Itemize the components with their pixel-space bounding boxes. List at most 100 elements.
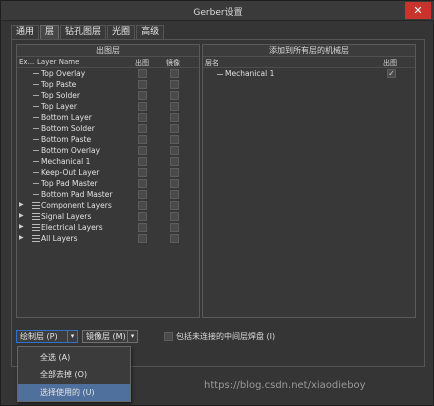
tree-line-icon	[33, 139, 39, 140]
mirror-checkbox[interactable]	[170, 157, 179, 166]
layer-row[interactable]: Bottom Solder	[17, 123, 199, 134]
layer-name: Top Layer	[41, 102, 77, 111]
layer-name: Bottom Overlay	[41, 146, 101, 155]
mirror-layers-dropdown[interactable]: 镜像层 (M) ▾	[82, 330, 138, 343]
chevron-down-icon[interactable]: ▾	[127, 331, 137, 342]
plot-checkbox[interactable]	[138, 135, 147, 144]
plot-checkbox[interactable]	[138, 69, 147, 78]
plot-checkbox[interactable]	[138, 234, 147, 243]
menu-item-select-all[interactable]: 全选 (A)	[18, 349, 130, 366]
plot-checkbox[interactable]	[138, 179, 147, 188]
bottom-controls: 绘制层 (P) ▾ 镜像层 (M) ▾ 包括未连接的中间层焊盘 (I)	[16, 330, 420, 344]
plot-layers-panel: 出图层 Ex... Layer Name 出图 镜像 Top Overlay To…	[16, 44, 200, 318]
plot-checkbox[interactable]	[138, 124, 147, 133]
mirror-checkbox[interactable]	[170, 146, 179, 155]
mirror-checkbox[interactable]	[170, 212, 179, 221]
plot-layers-list: Top Overlay Top Paste Top Solder Top Layer B…	[17, 68, 199, 244]
tree-line-icon	[33, 172, 39, 173]
layer-row[interactable]: ▶ All Layers	[17, 233, 199, 244]
tree-line-icon	[33, 128, 39, 129]
chevron-down-icon[interactable]: ▾	[67, 331, 77, 342]
expand-arrow-icon[interactable]: ▶	[19, 223, 24, 230]
layer-name: Top Paste	[41, 80, 77, 89]
plot-checkbox[interactable]	[138, 146, 147, 155]
plot-checkbox[interactable]: ✓	[387, 69, 396, 78]
mirror-checkbox[interactable]	[170, 201, 179, 210]
plot-layers-dropdown-menu: 全选 (A) 全部去掉 (O) 选择使用的 (U)	[17, 346, 131, 402]
tree-line-icon	[33, 117, 39, 118]
layer-name: Top Solder	[41, 91, 80, 100]
layer-name: Keep-Out Layer	[41, 168, 100, 177]
layer-name: Top Overlay	[41, 69, 86, 78]
mirror-checkbox[interactable]	[170, 234, 179, 243]
mechanical-layers-column-header: 层名 出图	[203, 57, 415, 68]
tree-line-icon	[33, 150, 39, 151]
mirror-checkbox[interactable]	[170, 91, 179, 100]
tab-general[interactable]: 通用	[11, 25, 40, 39]
layer-row[interactable]: Top Paste	[17, 79, 199, 90]
plot-layers-header: 出图层	[17, 45, 199, 57]
plot-checkbox[interactable]	[138, 102, 147, 111]
plot-checkbox[interactable]	[138, 223, 147, 232]
layer-row[interactable]: Top Overlay	[17, 68, 199, 79]
plot-checkbox[interactable]	[138, 113, 147, 122]
mirror-checkbox[interactable]	[170, 168, 179, 177]
expand-arrow-icon[interactable]: ▶	[19, 234, 24, 241]
layer-row[interactable]: Keep-Out Layer	[17, 167, 199, 178]
mirror-checkbox[interactable]	[170, 190, 179, 199]
layer-row[interactable]: Bottom Pad Master	[17, 189, 199, 200]
mirror-checkbox[interactable]	[170, 102, 179, 111]
expand-arrow-icon[interactable]: ▶	[19, 201, 24, 208]
mirror-checkbox[interactable]	[170, 179, 179, 188]
mirror-checkbox[interactable]	[170, 135, 179, 144]
tab-drill-layers[interactable]: 钻孔图层	[60, 25, 107, 39]
mirror-checkbox[interactable]	[170, 69, 179, 78]
layer-row[interactable]: ▶ Component Layers	[17, 200, 199, 211]
layer-row[interactable]: Bottom Layer	[17, 112, 199, 123]
layer-name: Bottom Layer	[41, 113, 92, 122]
layer-row[interactable]: Top Solder	[17, 90, 199, 101]
plot-checkbox[interactable]	[138, 201, 147, 210]
layer-row[interactable]: Mechanical 1	[17, 156, 199, 167]
layer-row[interactable]: Bottom Paste	[17, 134, 199, 145]
mirror-checkbox[interactable]	[170, 124, 179, 133]
layer-row[interactable]: ▶ Signal Layers	[17, 211, 199, 222]
layer-name: Component Layers	[41, 201, 112, 210]
close-button[interactable]: ✕	[405, 2, 431, 19]
plot-layers-dropdown-label: 绘制层 (P)	[20, 332, 58, 341]
expand-arrow-icon[interactable]: ▶	[19, 212, 24, 219]
plot-layers-dropdown[interactable]: 绘制层 (P) ▾	[16, 330, 78, 343]
mirror-checkbox[interactable]	[170, 80, 179, 89]
layer-row[interactable]: Top Layer	[17, 101, 199, 112]
layer-name: Bottom Paste	[41, 135, 92, 144]
column-plot[interactable]: 出图	[383, 58, 397, 68]
include-unconnected-pads-checkbox[interactable]	[164, 332, 173, 341]
column-mirror[interactable]: 镜像	[166, 58, 180, 68]
mirror-checkbox[interactable]	[170, 223, 179, 232]
menu-item-select-used[interactable]: 选择使用的 (U)	[18, 384, 130, 401]
plot-checkbox[interactable]	[138, 91, 147, 100]
column-expand[interactable]: Ex...	[19, 58, 34, 66]
tree-line-icon	[33, 106, 39, 107]
plot-checkbox[interactable]	[138, 168, 147, 177]
plot-checkbox[interactable]	[138, 157, 147, 166]
layer-name: All Layers	[41, 234, 78, 243]
mechanical-layer-row[interactable]: Mechanical 1 ✓	[203, 68, 415, 80]
column-plot[interactable]: 出图	[135, 58, 149, 68]
tab-advanced[interactable]: 高级	[136, 25, 165, 39]
plot-checkbox[interactable]	[138, 80, 147, 89]
tab-apertures[interactable]: 光圈	[107, 25, 136, 39]
plot-checkbox[interactable]	[138, 190, 147, 199]
plot-checkbox[interactable]	[138, 212, 147, 221]
menu-item-deselect-all[interactable]: 全部去掉 (O)	[18, 366, 130, 383]
column-layer-name[interactable]: 层名	[205, 58, 219, 68]
layer-stack-icon	[32, 213, 40, 220]
tree-line-icon	[33, 194, 39, 195]
mirror-checkbox[interactable]	[170, 113, 179, 122]
tab-layers[interactable]: 层	[40, 25, 60, 39]
layer-row[interactable]: ▶ Electrical Layers	[17, 222, 199, 233]
column-layer-name[interactable]: Layer Name	[37, 58, 79, 66]
layer-name: Top Pad Master	[41, 179, 98, 188]
layer-row[interactable]: Bottom Overlay	[17, 145, 199, 156]
layer-row[interactable]: Top Pad Master	[17, 178, 199, 189]
